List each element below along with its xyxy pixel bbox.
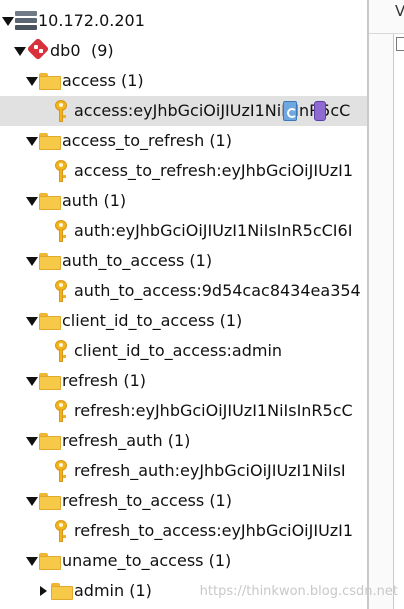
expand-arrow-icon[interactable] [26, 257, 38, 266]
key-label: access:eyJhbGciOiJIUzI1NiIsInR5cC [74, 101, 351, 120]
key-node[interactable]: auth_to_access:9d54cac8434ea354 [0, 276, 367, 306]
key-icon [54, 520, 68, 542]
expand-arrow-icon[interactable] [14, 47, 26, 56]
key-icon [54, 220, 68, 242]
key-label: refresh_to_access:eyJhbGciOiJIUzI1 [74, 521, 354, 540]
folder-node[interactable]: access_to_refresh (1) [0, 126, 367, 156]
key-node[interactable]: auth:eyJhbGciOiJIUzI1NiIsInR5cCI6I [0, 216, 367, 246]
folder-icon [39, 493, 61, 510]
expand-arrow-icon[interactable] [26, 197, 38, 206]
folder-label: auth_to_access (1) [62, 251, 213, 270]
subfolder-label: admin (1) [74, 581, 152, 600]
checkbox[interactable] [396, 37, 404, 51]
key-node[interactable]: client_id_to_access:admin [0, 336, 367, 366]
expand-arrow-icon[interactable] [2, 17, 14, 26]
copy-icon [314, 101, 326, 121]
folder-label: refresh_auth (1) [62, 431, 191, 450]
details-pane: V [369, 0, 404, 609]
key-icon [54, 160, 68, 182]
folder-node[interactable]: refresh (1) [0, 366, 367, 396]
document-icon [283, 101, 297, 121]
redis-key-tree: 10.172.0.201 db0 (9) access (1) access:e… [0, 0, 367, 609]
folder-icon [39, 553, 61, 570]
key-icon [54, 460, 68, 482]
key-icon [54, 280, 68, 302]
key-icon [54, 340, 68, 362]
folder-label: refresh (1) [62, 371, 146, 390]
folder-node[interactable]: auth_to_access (1) [0, 246, 367, 276]
db-count: (9) [91, 41, 114, 60]
folder-icon [39, 313, 61, 330]
key-icon [54, 100, 68, 122]
folder-label: refresh_to_access (1) [62, 491, 232, 510]
folder-icon [39, 373, 61, 390]
db-node[interactable]: db0 (9) [0, 36, 367, 66]
server-node[interactable]: 10.172.0.201 [0, 6, 367, 36]
folder-label: client_id_to_access (1) [62, 311, 243, 330]
key-label: client_id_to_access:admin [74, 341, 283, 360]
expand-arrow-icon[interactable] [26, 497, 38, 506]
folder-label: access_to_refresh (1) [62, 131, 232, 150]
key-icon [54, 400, 68, 422]
folder-icon [39, 433, 61, 450]
key-node[interactable]: access_to_refresh:eyJhbGciOiJIUzI1 [0, 156, 367, 186]
expand-arrow-icon[interactable] [26, 437, 38, 446]
folder-icon [39, 133, 61, 150]
folder-node[interactable]: uname_to_access (1) [0, 546, 367, 576]
watermark: https://thinkwon.blog.csdn.net [199, 584, 398, 599]
server-icon [15, 11, 37, 31]
key-node[interactable]: refresh_to_access:eyJhbGciOiJIUzI1 [0, 516, 367, 546]
key-node[interactable]: refresh:eyJhbGciOiJIUzI1NiIsInR5cC [0, 396, 367, 426]
folder-icon [51, 583, 73, 600]
key-label: access_to_refresh:eyJhbGciOiJIUzI1 [74, 161, 354, 180]
folder-icon [39, 73, 61, 90]
expand-arrow-icon[interactable] [26, 137, 38, 146]
key-label: auth:eyJhbGciOiJIUzI1NiIsInR5cCI6I [74, 221, 353, 240]
folder-icon [39, 253, 61, 270]
details-panel [393, 34, 404, 609]
expand-arrow-icon[interactable] [26, 557, 38, 566]
folder-node[interactable]: refresh_auth (1) [0, 426, 367, 456]
folder-node[interactable]: access (1) [0, 66, 367, 96]
folder-label: auth (1) [62, 191, 127, 210]
details-header: V [369, 0, 404, 34]
folder-icon [39, 193, 61, 210]
redis-db-icon [26, 37, 50, 61]
folder-node[interactable]: client_id_to_access (1) [0, 306, 367, 336]
key-label: refresh_auth:eyJhbGciOiJIUzI1NiIsI [74, 461, 346, 480]
expand-arrow-icon[interactable] [26, 317, 38, 326]
folder-node[interactable]: refresh_to_access (1) [0, 486, 367, 516]
key-node[interactable]: refresh_auth:eyJhbGciOiJIUzI1NiIsI [0, 456, 367, 486]
folder-label: uname_to_access (1) [62, 551, 232, 570]
db-label: db0 [50, 41, 81, 60]
expand-arrow-icon[interactable] [26, 77, 38, 86]
key-node-selected[interactable]: access:eyJhbGciOiJIUzI1NiIsInR5cC [0, 96, 367, 126]
folder-node[interactable]: auth (1) [0, 186, 367, 216]
key-label: refresh:eyJhbGciOiJIUzI1NiIsInR5cC [74, 401, 353, 420]
folder-label: access (1) [62, 71, 144, 90]
server-label: 10.172.0.201 [38, 11, 145, 30]
collapsed-arrow-icon[interactable] [40, 586, 47, 596]
key-label: auth_to_access:9d54cac8434ea354 [74, 281, 361, 300]
expand-arrow-icon[interactable] [26, 377, 38, 386]
